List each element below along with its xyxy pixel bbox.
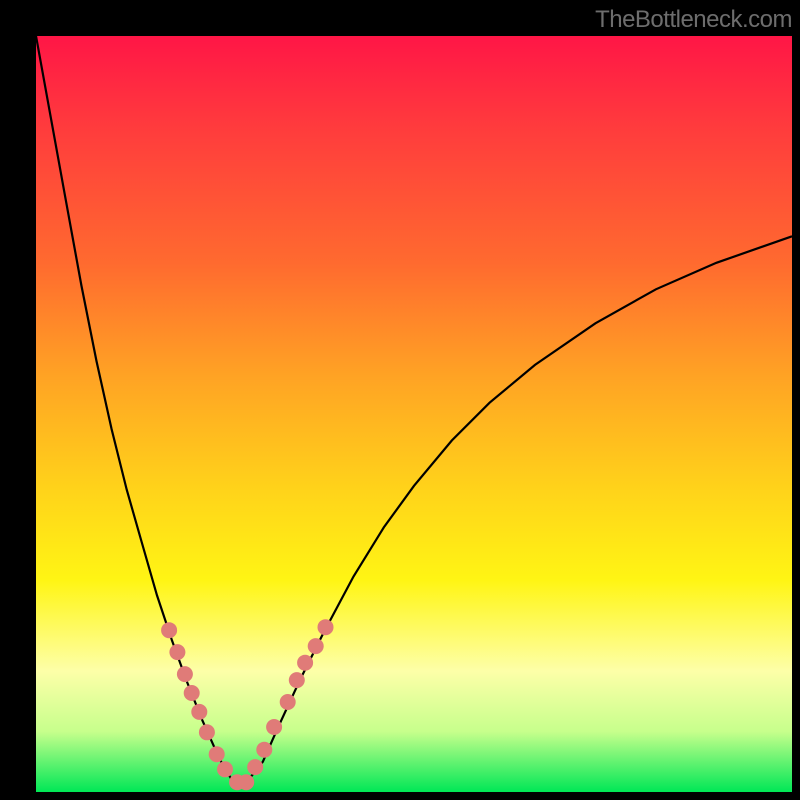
chart-svg xyxy=(36,36,792,792)
marker-dot xyxy=(289,672,305,688)
marker-dot xyxy=(266,719,282,735)
marker-dot xyxy=(184,685,200,701)
bottleneck-curve xyxy=(36,36,792,784)
marker-dot xyxy=(191,704,207,720)
marker-dot xyxy=(177,666,193,682)
marker-dot xyxy=(199,724,215,740)
watermark-text: TheBottleneck.com xyxy=(595,6,792,34)
marker-dot xyxy=(308,638,324,654)
marker-dot xyxy=(161,622,177,638)
marker-dot xyxy=(280,694,296,710)
marker-dot xyxy=(318,619,334,635)
marker-dots-group xyxy=(161,619,333,790)
marker-dot xyxy=(297,655,313,671)
marker-dot xyxy=(217,761,233,777)
marker-dot xyxy=(209,746,225,762)
chart-plot-area xyxy=(36,36,792,792)
marker-dot xyxy=(238,774,254,790)
chart-outer-frame: TheBottleneck.com xyxy=(0,0,800,800)
marker-dot xyxy=(169,644,185,660)
marker-dot xyxy=(256,742,272,758)
marker-dot xyxy=(247,759,263,775)
